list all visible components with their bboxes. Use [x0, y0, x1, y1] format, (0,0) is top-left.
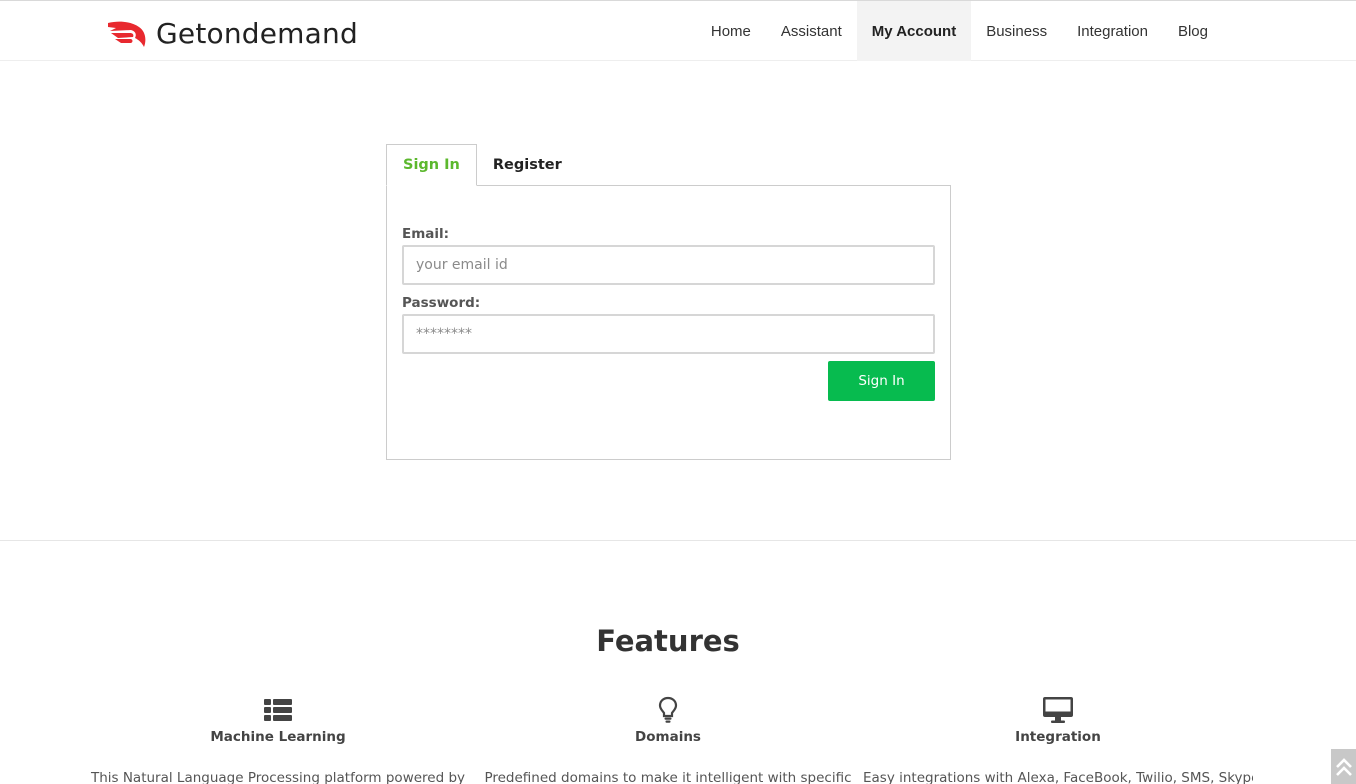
lightbulb-icon [658, 696, 678, 723]
list-icon [264, 699, 292, 721]
nav-my-account[interactable]: My Account [856, 1, 972, 61]
feature-machine-learning: Machine Learning This Natural Language P… [83, 696, 473, 784]
auth-panel: Sign In Register Email: Password: Sign I… [386, 144, 951, 461]
feature-title: Machine Learning [210, 729, 346, 745]
nav-integration[interactable]: Integration [1062, 1, 1163, 61]
tab-register[interactable]: Register [477, 144, 578, 186]
section-divider [0, 540, 1356, 541]
feature-integration: Integration Easy integrations with Alexa… [863, 696, 1253, 784]
nav-assistant[interactable]: Assistant [766, 1, 857, 61]
password-field[interactable] [402, 314, 935, 354]
feature-title: Integration [1015, 729, 1101, 745]
email-label: Email: [402, 226, 450, 242]
feature-domains: Domains Predefined domains to make it in… [473, 696, 863, 784]
email-field[interactable] [402, 245, 935, 285]
desktop-icon [1043, 697, 1073, 723]
brand-name: Getondemand [156, 16, 358, 50]
brand[interactable]: Getondemand [106, 11, 358, 55]
logo-icon [108, 21, 146, 47]
password-label: Password: [402, 295, 481, 311]
feature-title: Domains [635, 729, 701, 745]
nav-home[interactable]: Home [696, 1, 766, 61]
sign-in-form: Email: Password: Sign In [386, 185, 951, 460]
nav-blog[interactable]: Blog [1163, 1, 1223, 61]
main-nav: Home Assistant My Account Business Integ… [696, 1, 1223, 61]
scroll-to-top-button[interactable] [1331, 749, 1356, 784]
site-header: Getondemand Home Assistant My Account Bu… [0, 1, 1356, 61]
nav-business[interactable]: Business [971, 1, 1062, 61]
features-title: Features [596, 624, 740, 658]
feature-description: Easy integrations with Alexa, FaceBook, … [863, 770, 1253, 784]
feature-description: This Natural Language Processing platfor… [90, 770, 466, 784]
double-chevron-up-icon [1335, 757, 1352, 776]
auth-tabs: Sign In Register [386, 144, 951, 186]
sign-in-button[interactable]: Sign In [828, 361, 935, 401]
feature-description: Predefined domains to make it intelligen… [484, 770, 852, 784]
tab-sign-in[interactable]: Sign In [386, 144, 477, 186]
